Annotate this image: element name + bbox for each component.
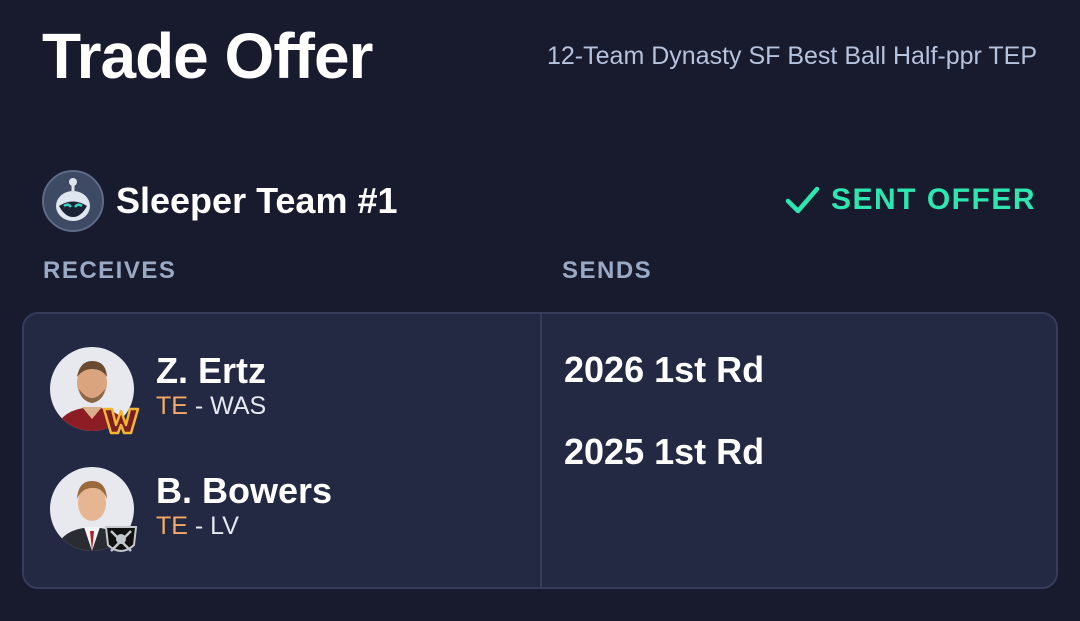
meta-separator: -	[187, 392, 211, 420]
draft-pick-2025-1st[interactable]: 2025 1st Rd	[564, 431, 764, 473]
league-name: 12-Team Dynasty SF Best Ball Half-ppr TE…	[547, 42, 1037, 70]
player-meta: TE - WAS	[156, 391, 266, 421]
page-title: Trade Offer	[42, 20, 373, 92]
trade-card: Z. Ertz TE - WAS B. Bowers TE - LV 2026 …	[22, 312, 1058, 589]
receives-heading: RECEIVES	[43, 257, 177, 284]
draft-pick-2026-1st[interactable]: 2026 1st Rd	[564, 349, 764, 391]
player-row-bowers[interactable]: B. Bowers TE - LV	[50, 467, 333, 552]
player-row-ertz[interactable]: Z. Ertz TE - WAS	[50, 347, 267, 435]
player-meta: TE - LV	[156, 511, 332, 541]
team-name: Sleeper Team #1	[116, 180, 398, 221]
player-position: TE	[156, 392, 188, 420]
player-name: B. Bowers	[156, 470, 333, 511]
player-team: LV	[210, 512, 239, 540]
player-team: WAS	[210, 392, 267, 420]
team-header[interactable]: Sleeper Team #1	[42, 170, 398, 232]
column-divider	[540, 314, 542, 587]
player-name: Z. Ertz	[156, 350, 267, 391]
raiders-logo	[104, 526, 138, 552]
sends-heading: SENDS	[562, 257, 653, 284]
checkmark-icon	[785, 186, 820, 214]
status-label: SENT OFFER	[830, 183, 1036, 216]
sleeper-mascot-icon	[42, 170, 104, 232]
commanders-logo	[102, 407, 140, 435]
player-position: TE	[156, 512, 188, 540]
meta-separator: -	[187, 512, 211, 540]
sent-offer-status: SENT OFFER	[783, 181, 1036, 219]
